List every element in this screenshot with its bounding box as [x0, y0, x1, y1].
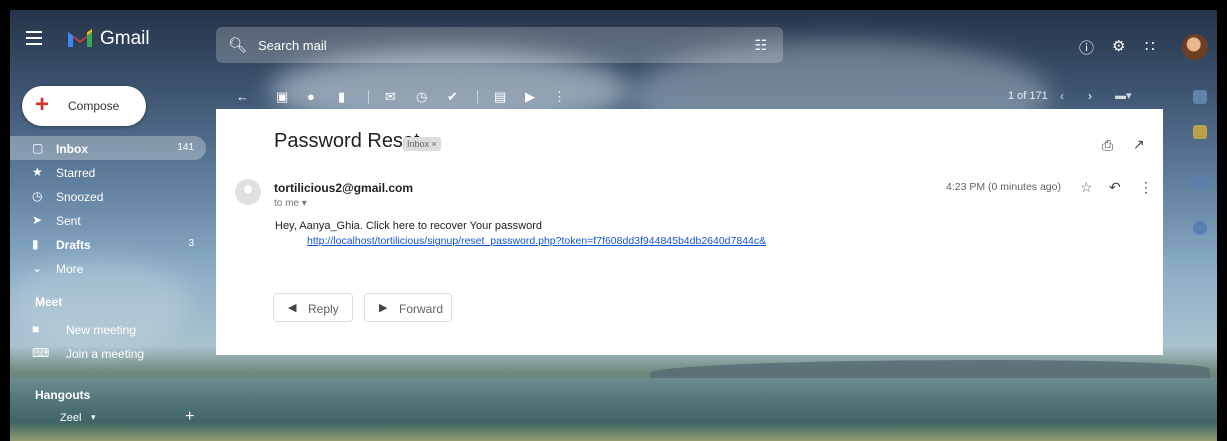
report-spam-icon[interactable]: ●	[307, 89, 315, 104]
sidebar-item-sent[interactable]: ➤ Sent	[10, 208, 206, 232]
new-meeting-button[interactable]: ■ New meeting	[10, 317, 206, 341]
clock-icon: ◷	[32, 189, 43, 203]
reply-icon: ◀	[288, 302, 297, 314]
pagination-count: 1 of 171	[1008, 90, 1048, 102]
gmail-logo-icon	[68, 29, 92, 47]
reset-password-link[interactable]: http://localhost/tortilicious/signup/res…	[307, 235, 766, 247]
email-view: Password Reset Inbox × ⎙ ↗ tortilicious2…	[216, 109, 1163, 355]
sidebar-item-snoozed[interactable]: ◷ Snoozed	[10, 184, 206, 208]
plus-icon: +	[35, 91, 50, 118]
calendar-side-icon[interactable]	[1193, 90, 1207, 104]
sidebar-item-label: Starred	[56, 166, 96, 180]
reply-label: Reply	[308, 302, 339, 316]
sidebar-item-label: Drafts	[56, 238, 91, 252]
message-toolbar: ← ▣ ● ▮ ✉ ◷ ✔ ▤ ▶ ⋮ 1 of 171 ‹ › ▬▾	[216, 82, 1162, 112]
sidebar-item-starred[interactable]: ★ Starred	[10, 160, 206, 184]
more-options-icon[interactable]: ⋮	[553, 89, 566, 105]
help-icon[interactable]: ⓘ	[1079, 37, 1094, 58]
hangouts-user[interactable]: Zeel ▾ +	[10, 406, 206, 430]
recipient-details[interactable]: to me ▾	[274, 198, 307, 209]
forward-label: Forward	[399, 302, 444, 316]
search-bar[interactable]: 🔍︎ ☷	[216, 27, 783, 63]
add-task-icon[interactable]: ✔	[447, 89, 458, 105]
hangouts-section-title: Hangouts	[35, 388, 91, 402]
sidebar-item-more[interactable]: ⌄ More	[10, 256, 206, 280]
sidebar-item-label: Snoozed	[56, 190, 104, 204]
delete-icon[interactable]: ▮	[338, 89, 345, 105]
inbox-icon: ▢	[32, 141, 44, 155]
email-subject: Password Reset	[274, 130, 420, 152]
sender-email[interactable]: tortilicious2@gmail.com	[274, 181, 413, 195]
sidebar-item-label: Sent	[56, 214, 81, 228]
open-new-window-icon[interactable]: ↗	[1133, 136, 1145, 153]
account-avatar[interactable]	[1182, 34, 1208, 60]
email-body-text: Hey, Aanya_Ghia. Click here to recover Y…	[275, 220, 542, 232]
video-camera-icon: ■	[32, 322, 40, 336]
sender-avatar	[235, 179, 261, 205]
snooze-icon[interactable]: ◷	[416, 89, 427, 105]
label-icon[interactable]: ▶	[525, 89, 535, 105]
draft-count: 3	[188, 238, 194, 249]
compose-button[interactable]: + Compose	[22, 86, 146, 126]
contacts-side-icon[interactable]	[1193, 221, 1207, 235]
new-meeting-label: New meeting	[66, 323, 137, 337]
meet-section-title: Meet	[35, 295, 63, 309]
mark-unread-icon[interactable]: ✉	[385, 89, 396, 105]
reply-button[interactable]: ◀ Reply	[273, 293, 353, 322]
newer-chevron-right-icon[interactable]: ›	[1088, 89, 1092, 103]
archive-icon[interactable]: ▣	[276, 89, 288, 105]
sidebar-item-label: Inbox	[56, 142, 88, 156]
hangouts-user-name: Zeel	[60, 412, 82, 424]
back-arrow-icon[interactable]: ←	[236, 89, 249, 104]
send-icon: ➤	[32, 213, 43, 227]
join-meeting-label: Join a meeting	[66, 347, 145, 361]
keyboard-icon: ⌨	[32, 346, 50, 360]
more-vertical-icon[interactable]: ⋮	[1139, 179, 1153, 196]
forward-icon: ▶	[379, 302, 388, 314]
join-meeting-button[interactable]: ⌨ Join a meeting	[10, 341, 206, 365]
apps-grid-icon[interactable]: ∷	[1145, 37, 1155, 55]
top-bar: Gmail 🔍︎ ☷ ⓘ ⚙ ∷	[10, 10, 1217, 74]
older-chevron-left-icon[interactable]: ‹	[1060, 89, 1064, 103]
toolbar-divider	[368, 90, 369, 104]
search-options-icon[interactable]: ☷	[754, 37, 767, 54]
sidebar-item-inbox[interactable]: ▢ Inbox 141	[10, 136, 206, 160]
search-input[interactable]	[258, 27, 738, 63]
email-timestamp: 4:23 PM (0 minutes ago)	[946, 181, 1061, 193]
draft-icon: ▮	[32, 237, 39, 251]
inbox-label-chip[interactable]: Inbox ×	[403, 137, 441, 151]
unread-count: 141	[177, 142, 194, 153]
tasks-side-icon[interactable]	[1193, 175, 1207, 189]
main-menu-icon[interactable]	[26, 31, 42, 45]
star-icon[interactable]: ☆	[1080, 179, 1093, 196]
settings-gear-icon[interactable]: ⚙	[1112, 37, 1125, 55]
compose-label: Compose	[68, 99, 120, 113]
forward-button[interactable]: ▶ Forward	[364, 293, 452, 322]
keep-side-icon[interactable]	[1193, 125, 1207, 139]
toolbar-divider	[477, 90, 478, 104]
input-tools-icon[interactable]: ▬▾	[1115, 89, 1132, 102]
search-icon[interactable]: 🔍︎	[228, 36, 247, 54]
move-to-icon[interactable]: ▤	[494, 89, 506, 105]
app-title: Gmail	[100, 28, 150, 49]
chevron-down-icon: ▾	[91, 412, 96, 422]
chevron-down-icon: ⌄	[32, 261, 43, 275]
print-icon[interactable]: ⎙	[1102, 137, 1113, 154]
gmail-window: Gmail 🔍︎ ☷ ⓘ ⚙ ∷ + Compose ▢ Inbox 141 ★…	[10, 10, 1217, 441]
sidebar-item-label: More	[56, 262, 84, 276]
add-hangout-icon[interactable]: +	[185, 408, 194, 426]
reply-arrow-icon[interactable]: ↶	[1109, 179, 1121, 196]
star-icon: ★	[32, 165, 43, 179]
sidebar-item-drafts[interactable]: ▮ Drafts 3	[10, 232, 206, 256]
